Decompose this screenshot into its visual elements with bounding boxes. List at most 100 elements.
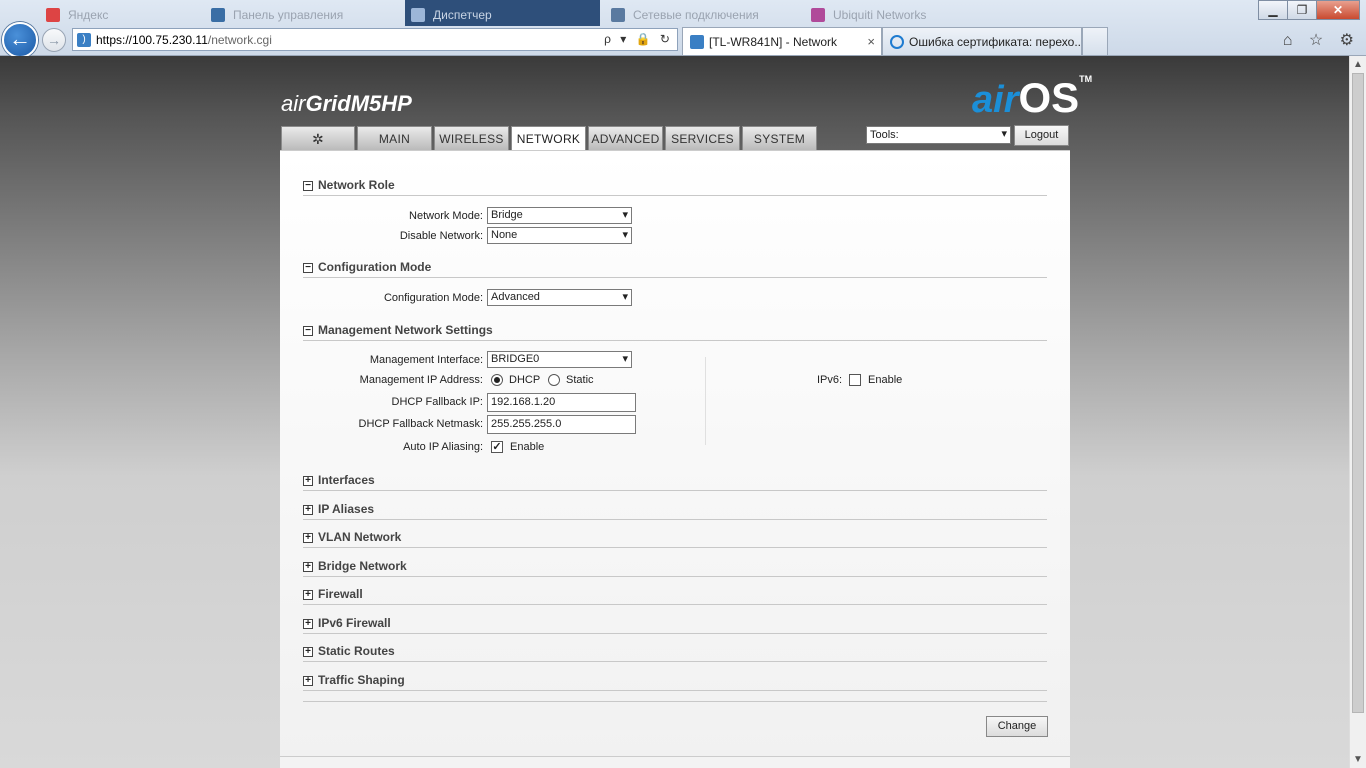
dhcp-radio-label: DHCP [509, 374, 541, 386]
scroll-down-icon[interactable]: ▼ [1350, 751, 1366, 768]
management-interface-select[interactable]: BRIDGE0 ▾ [487, 351, 632, 368]
tab-ubnt-logo[interactable]: ✲ [281, 126, 355, 151]
expand-icon[interactable]: + [303, 676, 313, 686]
management-ip-label: Management IP Address: [359, 374, 483, 386]
expand-icon[interactable]: + [303, 562, 313, 572]
section-bridge-network[interactable]: + Bridge Network [303, 559, 1047, 577]
dhcp-fallback-ip-label: DHCP Fallback IP: [391, 396, 484, 408]
tab-system[interactable]: SYSTEM [742, 126, 817, 151]
new-tab-button[interactable] [1082, 27, 1108, 55]
section-interfaces[interactable]: + Interfaces [303, 473, 1047, 491]
address-url: https://100.75.230.11/network.cgi [96, 33, 272, 47]
close-button[interactable]: ✕ [1316, 0, 1360, 20]
ipv6-label: IPv6: [817, 374, 843, 386]
static-radio-label: Static [566, 374, 594, 386]
tab-certificate-error[interactable]: Ошибка сертификата: перехо... [882, 27, 1082, 55]
disable-network-select[interactable]: None ▾ [487, 227, 632, 244]
network-mode-label: Network Mode: [409, 210, 483, 222]
collapse-icon[interactable]: − [303, 181, 313, 191]
expand-icon[interactable]: + [303, 476, 313, 486]
static-radio[interactable] [548, 374, 560, 386]
ipv6-enable-checkbox[interactable] [849, 374, 861, 386]
section-firewall[interactable]: + Firewall [303, 587, 1047, 605]
ubnt-logo-icon: ✲ [311, 131, 325, 147]
chevron-down-icon: ▾ [1001, 128, 1007, 140]
section-management-network[interactable]: − Management Network Settings [303, 323, 1047, 341]
tab-services[interactable]: SERVICES [665, 126, 740, 151]
bg-tab-5[interactable]: Ubiquiti Networks [805, 0, 1015, 26]
tab-close-icon[interactable]: × [867, 34, 875, 49]
page-viewport: airGridM5HP airOSTM ✲ MAIN WIRELESS NETW… [0, 56, 1349, 768]
dhcp-fallback-netmask-label: DHCP Fallback Netmask: [358, 418, 484, 430]
restore-button[interactable]: ❐ [1287, 0, 1317, 20]
section-static-routes[interactable]: + Static Routes [303, 644, 1047, 662]
chevron-down-icon: ▾ [622, 209, 628, 221]
chevron-down-icon: ▾ [622, 291, 628, 303]
auto-ip-aliasing-label: Auto IP Aliasing: [403, 441, 483, 453]
section-configuration-mode[interactable]: − Configuration Mode [303, 260, 1047, 278]
scroll-thumb[interactable] [1352, 73, 1364, 713]
chevron-down-icon: ▾ [622, 353, 628, 365]
network-settings-panel: − Network Role Network Mode: Bridge ▾ Disa… [280, 150, 1070, 756]
tab-main[interactable]: MAIN [357, 126, 432, 151]
forward-button[interactable]: → [42, 28, 66, 52]
expand-icon[interactable]: + [303, 647, 313, 657]
rss-feed-icon: ) [77, 33, 91, 47]
scroll-up-icon[interactable]: ▲ [1350, 56, 1366, 73]
dhcp-radio[interactable] [491, 374, 503, 386]
logout-button[interactable]: Logout [1014, 125, 1069, 146]
expand-icon[interactable]: + [303, 533, 313, 543]
rss-favicon-icon [690, 35, 704, 49]
tab-favicon-icon [211, 8, 225, 22]
bg-tab-3[interactable]: Диспетчер [405, 0, 600, 26]
tab-favicon-icon [411, 8, 425, 22]
tab-favicon-icon [611, 8, 625, 22]
tab-active-network[interactable]: [TL-WR841N] - Network × [682, 27, 882, 55]
browser-toolbar-icons[interactable]: ⌂ ☆ ⚙ [1283, 30, 1360, 50]
tab-favicon-icon [811, 8, 825, 22]
expand-icon[interactable]: + [303, 619, 313, 629]
section-vlan-network[interactable]: + VLAN Network [303, 530, 1047, 548]
auto-ip-aliasing-option: Enable [510, 441, 545, 453]
auto-ip-aliasing-checkbox[interactable]: ✓ [491, 441, 503, 453]
bg-tab-2[interactable]: Панель управления [205, 0, 395, 26]
window-controls: ▁ ❐ ✕ [1258, 0, 1360, 20]
configuration-mode-select[interactable]: Advanced ▾ [487, 289, 632, 306]
tools-dropdown[interactable]: Tools: ▾ [866, 126, 1011, 144]
section-traffic-shaping[interactable]: + Traffic Shaping [303, 673, 1047, 691]
tab-favicon-icon [46, 8, 60, 22]
panel-footer [280, 756, 1070, 768]
dhcp-fallback-netmask-input[interactable]: 255.255.255.0 [487, 415, 636, 434]
network-mode-select[interactable]: Bridge ▾ [487, 207, 632, 224]
ipv6-enable-option: Enable [868, 374, 903, 386]
dhcp-fallback-ip-input[interactable]: 192.168.1.20 [487, 393, 636, 412]
section-network-role[interactable]: − Network Role [303, 178, 1047, 196]
ie-favicon-icon [890, 35, 904, 49]
expand-icon[interactable]: + [303, 505, 313, 515]
configuration-mode-label: Configuration Mode: [383, 292, 483, 304]
collapse-icon[interactable]: − [303, 263, 313, 273]
section-ipv6-firewall[interactable]: + IPv6 Firewall [303, 616, 1047, 634]
tab-network[interactable]: NETWORK [511, 126, 586, 152]
management-interface-label: Management Interface: [369, 354, 483, 366]
column-divider [705, 357, 706, 445]
minimize-button[interactable]: ▁ [1258, 0, 1288, 20]
airos-logo: airOSTM [972, 74, 1093, 121]
main-nav-tabs: ✲ MAIN WIRELESS NETWORK ADVANCED SERVICE… [281, 126, 819, 152]
tab-advanced[interactable]: ADVANCED [588, 126, 663, 151]
form-bottom-divider [303, 701, 1047, 702]
address-bar[interactable]: ) https://100.75.230.11/network.cgi ρ ▾ … [72, 28, 678, 51]
page-scrollbar[interactable]: ▲ ▼ [1349, 56, 1366, 768]
back-button[interactable]: ← [2, 22, 38, 58]
bg-tab-4[interactable]: Сетевые подключения [605, 0, 800, 26]
expand-icon[interactable]: + [303, 590, 313, 600]
disable-network-label: Disable Network: [399, 230, 483, 242]
chevron-down-icon: ▾ [622, 229, 628, 241]
collapse-icon[interactable]: − [303, 326, 313, 336]
change-button[interactable]: Change [986, 716, 1048, 737]
bg-tab-1[interactable]: Яндекс [40, 0, 190, 26]
browser-chrome: Яндекс Панель управления Диспетчер Сетев… [0, 0, 1366, 58]
tab-wireless[interactable]: WIRELESS [434, 126, 509, 151]
section-ip-aliases[interactable]: + IP Aliases [303, 502, 1047, 520]
address-action-icons[interactable]: ρ ▾ 🔒 ↻ [604, 32, 673, 46]
